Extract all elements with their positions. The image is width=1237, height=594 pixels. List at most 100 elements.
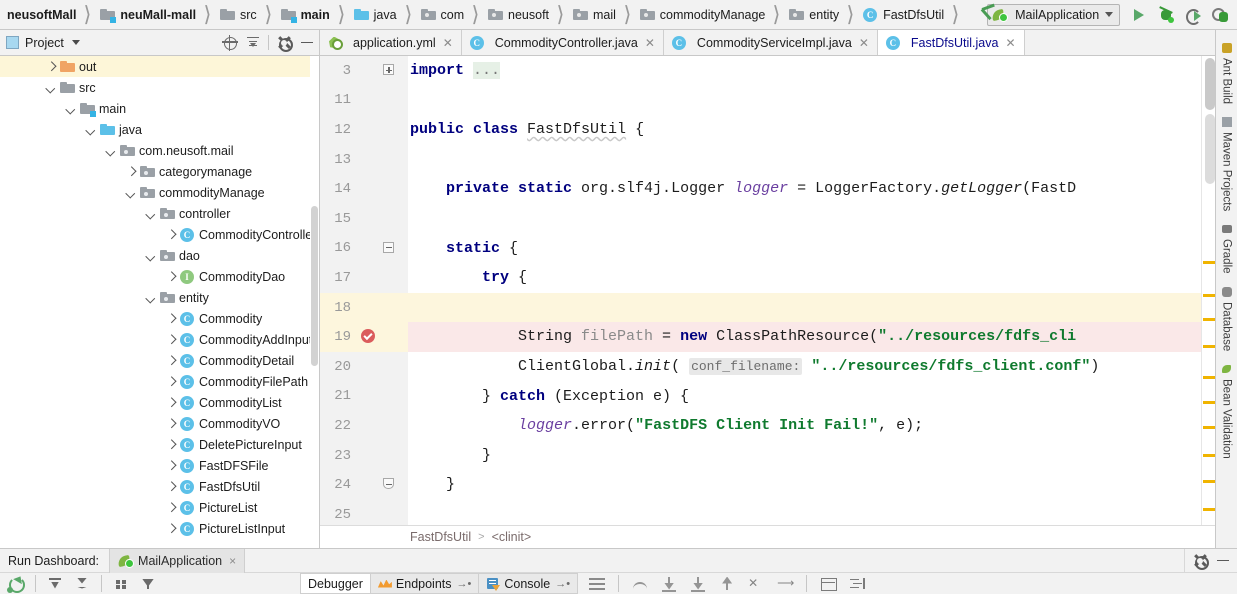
warning-stripe-marker[interactable]	[1203, 480, 1215, 483]
warning-stripe-marker[interactable]	[1203, 294, 1215, 297]
code-line[interactable]	[408, 204, 1201, 234]
tree-item-fastdfsfile[interactable]: C FastDFSFile	[0, 455, 319, 476]
status-breadcrumb-class[interactable]: FastDfsUtil	[408, 530, 473, 544]
locate-icon[interactable]	[222, 34, 238, 51]
chevron-right-icon[interactable]	[166, 230, 176, 240]
breadcrumb-item-neusoft[interactable]: neusoft	[485, 0, 550, 30]
hide-icon[interactable]	[1215, 553, 1231, 569]
chevron-right-icon[interactable]	[166, 482, 176, 492]
gutter-line[interactable]: 18	[320, 292, 408, 323]
breakpoint-slot[interactable]	[358, 174, 378, 204]
rerun-icon[interactable]	[7, 576, 25, 593]
chevron-right-icon[interactable]	[166, 503, 176, 513]
breadcrumb-item-entity[interactable]: entity	[786, 0, 840, 30]
fold-slot[interactable]	[378, 263, 402, 293]
gutter-line[interactable]: 3	[320, 56, 408, 86]
tree-item-com-neusoft-mail[interactable]: com.neusoft.mail	[0, 140, 319, 161]
warning-stripe-marker[interactable]	[1203, 426, 1215, 429]
code-line[interactable]: import ...	[408, 56, 1201, 86]
filter-icon[interactable]	[140, 576, 156, 592]
tree-item-java[interactable]: java	[0, 119, 319, 140]
project-tree[interactable]: out src main java com.neusoft.mail categoryma…	[0, 56, 319, 548]
breadcrumb-item-src[interactable]: src	[217, 0, 258, 30]
breadcrumb-item-fastdfsutil[interactable]: C FastDfsUtil	[860, 0, 945, 30]
fold-collapse-icon[interactable]	[383, 241, 394, 253]
code-line[interactable]	[408, 86, 1201, 116]
warning-stripe-marker[interactable]	[1203, 376, 1215, 379]
code-line[interactable]: }	[408, 470, 1201, 500]
editor-tab-commoditycontroller[interactable]: C CommodityController.java ✕	[461, 30, 664, 55]
breakpoint-slot[interactable]	[358, 441, 378, 471]
chevron-right-icon[interactable]	[166, 419, 176, 429]
error-stripe-markers[interactable]	[1201, 56, 1215, 525]
chevron-down-icon[interactable]	[71, 40, 80, 45]
breadcrumb-item-commoditymanage[interactable]: commodityManage	[637, 0, 767, 30]
pin-icon[interactable]: →•	[555, 578, 570, 590]
tree-item-entity[interactable]: entity	[0, 287, 319, 308]
tree-item-src[interactable]: src	[0, 77, 319, 98]
tab-debugger[interactable]: Debugger	[300, 573, 371, 594]
chevron-down-icon[interactable]	[86, 125, 96, 135]
code-line[interactable]: String filePath = new ClassPathResource(…	[408, 322, 1201, 352]
layout-icon[interactable]	[113, 576, 129, 592]
tree-item-commodityaddinput[interactable]: C CommodityAddInput	[0, 329, 319, 350]
code-line[interactable]: try {	[408, 263, 1201, 293]
code-line[interactable]: private static org.slf4j.Logger logger =…	[408, 174, 1201, 204]
breakpoint-slot[interactable]	[358, 56, 378, 86]
tree-item-commoditydetail[interactable]: C CommodityDetail	[0, 350, 319, 371]
editor-gutter[interactable]: 311121314151617181920212223242526@272829…	[320, 56, 408, 525]
gutter-line[interactable]: 17	[320, 263, 408, 293]
code-line[interactable]	[408, 292, 1201, 323]
fold-slot[interactable]	[378, 293, 402, 323]
chevron-right-icon[interactable]	[126, 167, 136, 177]
editor-tab-application-yml[interactable]: application.yml ✕	[320, 30, 462, 55]
gutter-line[interactable]: 23	[320, 441, 408, 471]
gutter-line[interactable]: 25	[320, 500, 408, 525]
breadcrumb-item-mail[interactable]: mail	[570, 0, 617, 30]
settings-gear-icon[interactable]	[1192, 553, 1209, 570]
fold-slot[interactable]	[378, 441, 402, 471]
tree-item-commoditylist[interactable]: C CommodityList	[0, 392, 319, 413]
tree-item-commoditymanage[interactable]: commodityManage	[0, 182, 319, 203]
tree-item-controller[interactable]: controller	[0, 203, 319, 224]
chevron-down-icon[interactable]	[126, 188, 136, 198]
breakpoint-slot[interactable]	[358, 293, 378, 323]
pin-icon[interactable]: →•	[457, 578, 472, 590]
gutter-line[interactable]: 22	[320, 411, 408, 441]
editor-tab-fastdfsutil[interactable]: C FastDfsUtil.java ✕	[877, 30, 1025, 55]
chevron-down-icon[interactable]	[106, 146, 116, 156]
run-icon[interactable]	[1130, 6, 1148, 24]
fold-slot[interactable]	[378, 115, 402, 145]
fold-slot[interactable]	[378, 470, 402, 500]
evaluate-icon[interactable]	[820, 577, 838, 591]
gutter-line[interactable]: 14	[320, 174, 408, 204]
breakpoint-slot[interactable]	[358, 352, 378, 382]
breakpoint-slot[interactable]	[358, 234, 378, 264]
debug-icon[interactable]	[1157, 6, 1175, 24]
tree-item-commodityvo[interactable]: C CommodityVO	[0, 413, 319, 434]
editor-tab-commodityserviceimpl[interactable]: C CommodityServiceImpl.java ✕	[663, 30, 878, 55]
tree-item-commodityfilepath[interactable]: C CommodityFilePath	[0, 371, 319, 392]
chevron-right-icon[interactable]	[166, 356, 176, 366]
gutter-line[interactable]: 15	[320, 204, 408, 234]
breakpoint-slot[interactable]	[358, 322, 378, 352]
threads-icon[interactable]	[589, 577, 606, 590]
editor-scrollbar-thumb[interactable]	[1205, 58, 1215, 110]
run-configuration-selector[interactable]: MailApplication	[987, 3, 1121, 26]
tool-window-maven-projects[interactable]: Maven Projects	[1221, 110, 1233, 217]
editor-scrollbar-track[interactable]	[1205, 114, 1215, 184]
breakpoint-slot[interactable]	[358, 500, 378, 525]
close-icon[interactable]: ×	[229, 554, 236, 568]
breakpoint-slot[interactable]	[358, 263, 378, 293]
fold-slot[interactable]	[378, 86, 402, 116]
breadcrumb-item-project[interactable]: neusoftMall	[4, 0, 77, 30]
chevron-down-icon[interactable]	[146, 209, 156, 219]
chevron-down-icon[interactable]	[1105, 12, 1114, 17]
chevron-right-icon[interactable]	[166, 272, 176, 282]
tree-item-categorymanage[interactable]: categorymanage	[0, 161, 319, 182]
tab-endpoints[interactable]: Endpoints →•	[369, 573, 480, 594]
code-line[interactable]	[408, 500, 1201, 525]
breadcrumb-item-module[interactable]: neuMall-mall	[97, 0, 197, 30]
code-line[interactable]: }	[408, 441, 1201, 471]
warning-stripe-marker[interactable]	[1203, 261, 1215, 264]
